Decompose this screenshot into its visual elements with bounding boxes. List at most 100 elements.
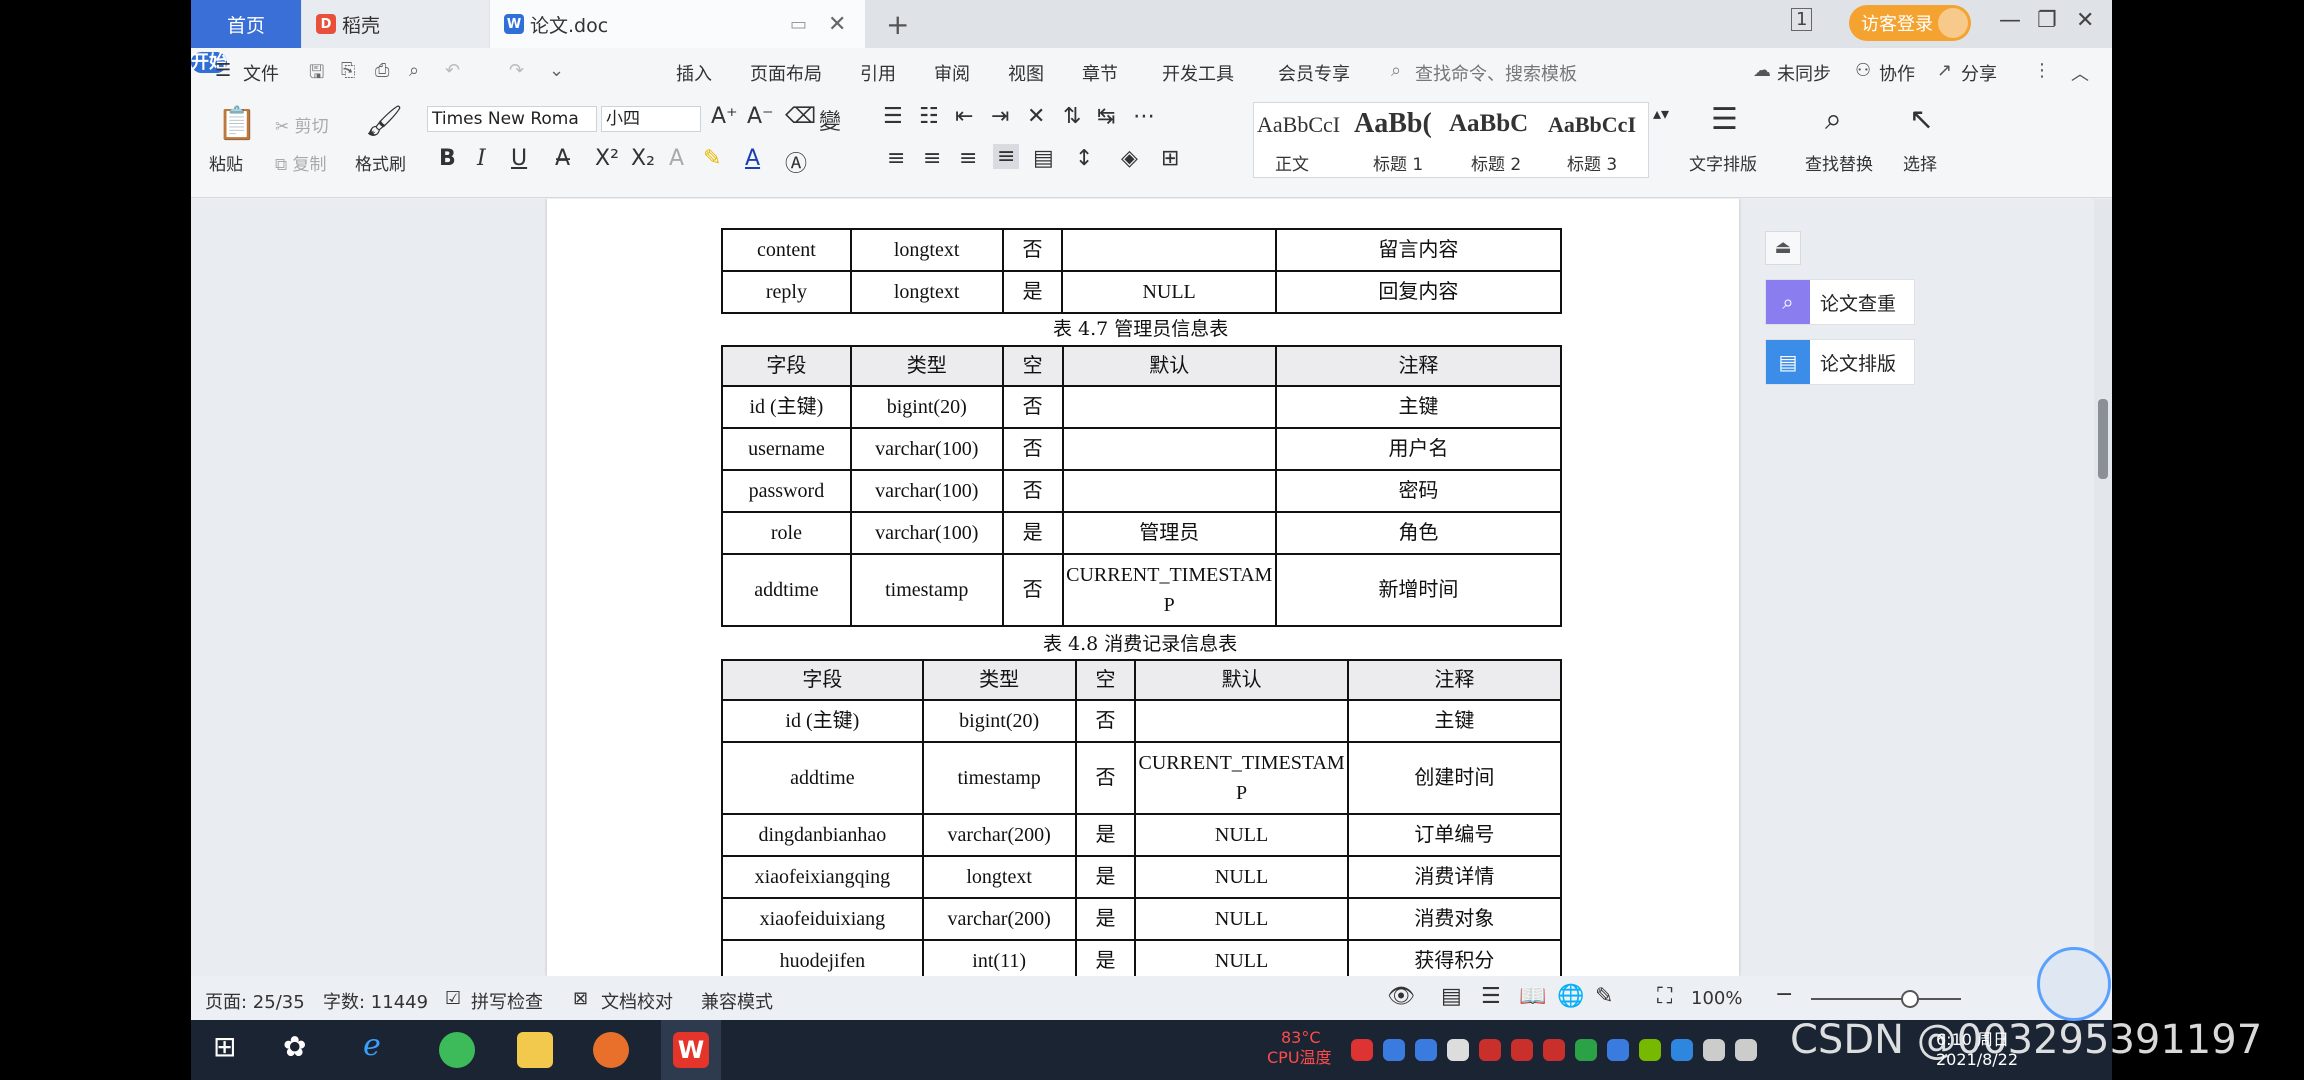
page-indicator[interactable]: 页面: 25/35 bbox=[205, 988, 305, 1014]
font-color-icon[interactable]: A bbox=[745, 146, 760, 171]
wifi-icon[interactable] bbox=[1735, 1039, 1757, 1061]
close-tab-icon[interactable]: ✕ bbox=[828, 12, 846, 37]
close-window-icon[interactable]: ✕ bbox=[2076, 8, 2094, 33]
scroll-thumb[interactable] bbox=[2098, 399, 2108, 479]
redo-icon[interactable]: ↷ bbox=[509, 60, 524, 81]
align-left-icon[interactable]: ≡ bbox=[887, 146, 905, 171]
nvidia-icon[interactable] bbox=[1639, 1039, 1661, 1061]
paste-button[interactable]: 粘贴 bbox=[209, 150, 243, 175]
spell-check-button[interactable]: 拼写检查 bbox=[471, 988, 543, 1014]
font-size-select[interactable]: 小四 bbox=[601, 106, 701, 132]
bold-icon[interactable]: B bbox=[439, 146, 456, 171]
tray-icon[interactable] bbox=[1415, 1039, 1437, 1061]
tab-home[interactable]: 首页 bbox=[191, 0, 301, 48]
find-replace-icon[interactable]: ⌕ bbox=[1825, 102, 1842, 137]
paste-icon[interactable]: 📋 bbox=[217, 104, 257, 142]
format-painter-button[interactable]: 格式刷 bbox=[355, 150, 406, 175]
visitor-login-button[interactable]: 访客登录 bbox=[1849, 5, 1971, 41]
superscript-icon[interactable]: X² bbox=[595, 146, 619, 171]
notification-bell-icon[interactable] bbox=[1447, 1039, 1469, 1061]
justify-icon[interactable]: ≡ bbox=[993, 144, 1020, 169]
bluetooth-icon[interactable] bbox=[1671, 1039, 1693, 1061]
shrink-font-icon[interactable]: A⁻ bbox=[747, 104, 774, 129]
ie-browser-icon[interactable]: ℯ bbox=[363, 1028, 399, 1064]
qq-icon[interactable] bbox=[1479, 1039, 1501, 1061]
print-preview-icon[interactable]: ⌕ bbox=[409, 60, 419, 81]
reading-view-icon[interactable]: 📖 bbox=[1519, 984, 1546, 1009]
vertical-scrollbar[interactable] bbox=[2094, 199, 2112, 976]
reading-mode-icon[interactable]: 1 bbox=[1791, 8, 1813, 31]
collab-button[interactable]: 协作 bbox=[1879, 60, 1915, 86]
word-count[interactable]: 字数: 11449 bbox=[323, 988, 428, 1014]
sort-icon[interactable]: ⇅ bbox=[1063, 104, 1081, 129]
line-spacing-icon[interactable]: ↕ bbox=[1075, 146, 1093, 171]
paper-layout-button[interactable]: ▤ 论文排版 bbox=[1765, 339, 1915, 385]
outline-view-icon[interactable]: ☰ bbox=[1481, 984, 1501, 1009]
menu-view[interactable]: 视图 bbox=[1008, 60, 1044, 86]
undo-icon[interactable]: ↶ bbox=[445, 60, 460, 81]
minimize-icon[interactable]: — bbox=[1999, 8, 2021, 33]
subscript-icon[interactable]: X₂ bbox=[631, 146, 655, 171]
select-button[interactable]: 选择 bbox=[1903, 150, 1937, 175]
tray-icon[interactable] bbox=[1383, 1039, 1405, 1061]
menu-references[interactable]: 引用 bbox=[860, 60, 896, 86]
zoom-slider-handle[interactable] bbox=[1901, 990, 1919, 1008]
menu-member[interactable]: 会员专享 bbox=[1278, 60, 1350, 86]
text-layout-icon[interactable]: ☰ bbox=[1711, 102, 1738, 137]
more-icon[interactable]: ⋮ bbox=[2033, 60, 2051, 81]
format-painter-icon[interactable]: 🖌 bbox=[365, 104, 403, 139]
find-replace-button[interactable]: 查找替换 bbox=[1805, 150, 1873, 175]
hamburger-icon[interactable]: ☰ bbox=[215, 60, 231, 81]
pin-icon[interactable]: ▭ bbox=[790, 14, 807, 35]
menu-insert[interactable]: 插入 bbox=[676, 60, 712, 86]
highlight-icon[interactable]: ✎ bbox=[703, 146, 721, 171]
sync-status[interactable]: 未同步 bbox=[1777, 60, 1831, 86]
media-app-icon[interactable] bbox=[593, 1032, 629, 1068]
qq-icon[interactable] bbox=[1511, 1039, 1533, 1061]
text-direction-icon[interactable]: ↹ bbox=[1097, 104, 1115, 129]
eye-protect-icon[interactable]: 👁 bbox=[1387, 984, 1415, 1009]
write-view-icon[interactable]: ✎ bbox=[1595, 984, 1613, 1009]
battery-icon[interactable] bbox=[1703, 1039, 1725, 1061]
align-right-icon[interactable]: ≡ bbox=[959, 146, 977, 171]
copy-button[interactable]: ⧉ 复制 bbox=[275, 150, 327, 175]
windows-start-icon[interactable]: ⊞ bbox=[213, 1030, 249, 1066]
customize-icon[interactable]: ⌄ bbox=[549, 60, 564, 81]
export-icon[interactable]: ⎘ bbox=[341, 60, 355, 81]
tab-daoke[interactable]: D 稻壳 bbox=[302, 0, 489, 48]
file-menu[interactable]: 文件 bbox=[243, 60, 279, 86]
style-heading3-preview[interactable]: AaBbCcI bbox=[1548, 112, 1636, 138]
fit-page-icon[interactable]: ⛶ bbox=[1657, 984, 1672, 1009]
clear-format-icon[interactable]: ⌫ bbox=[785, 104, 816, 129]
share-button[interactable]: 分享 bbox=[1961, 60, 1997, 86]
proofread-button[interactable]: 文档校对 bbox=[601, 988, 673, 1014]
text-layout-button[interactable]: 文字排版 bbox=[1689, 150, 1757, 175]
bullet-list-icon[interactable]: ☰ bbox=[883, 104, 903, 129]
strikethrough-icon[interactable]: A̶ bbox=[555, 146, 570, 171]
tab-document[interactable]: W 论文.doc ▭ ✕ bbox=[490, 0, 865, 48]
cut-button[interactable]: ✂ 剪切 bbox=[275, 112, 329, 137]
browser-360-icon[interactable] bbox=[439, 1032, 475, 1068]
wps-taskbar-button[interactable]: W bbox=[661, 1020, 721, 1080]
cpu-temperature[interactable]: 83°C CPU温度 bbox=[1267, 1028, 1332, 1068]
grow-font-icon[interactable]: A⁺ bbox=[711, 104, 738, 129]
page-view-icon[interactable]: ▤ bbox=[1441, 984, 1462, 1009]
italic-icon[interactable]: I bbox=[477, 146, 486, 171]
style-heading2-preview[interactable]: AaBbC bbox=[1449, 110, 1528, 138]
zoom-level[interactable]: 100% bbox=[1691, 988, 1742, 1009]
pinwheel-app-icon[interactable]: ✿ bbox=[283, 1030, 319, 1066]
underline-icon[interactable]: U bbox=[511, 146, 527, 171]
new-tab-icon[interactable]: + bbox=[886, 0, 909, 48]
menu-chapter[interactable]: 章节 bbox=[1082, 60, 1118, 86]
select-cursor-icon[interactable]: ↖ bbox=[1909, 102, 1934, 137]
borders-icon[interactable]: ⊞ bbox=[1161, 146, 1179, 171]
qq-icon[interactable] bbox=[1543, 1039, 1565, 1061]
web-view-icon[interactable]: 🌐 bbox=[1557, 984, 1584, 1009]
align-center-icon[interactable]: ≡ bbox=[923, 146, 941, 171]
menu-developer[interactable]: 开发工具 bbox=[1162, 60, 1234, 86]
tray-icon[interactable] bbox=[1351, 1039, 1373, 1061]
zoom-slider[interactable] bbox=[1811, 998, 1961, 1000]
tray-icon[interactable] bbox=[1607, 1039, 1629, 1061]
menu-page-layout[interactable]: 页面布局 bbox=[750, 60, 822, 86]
paper-check-button[interactable]: ⌕ 论文查重 bbox=[1765, 279, 1915, 325]
